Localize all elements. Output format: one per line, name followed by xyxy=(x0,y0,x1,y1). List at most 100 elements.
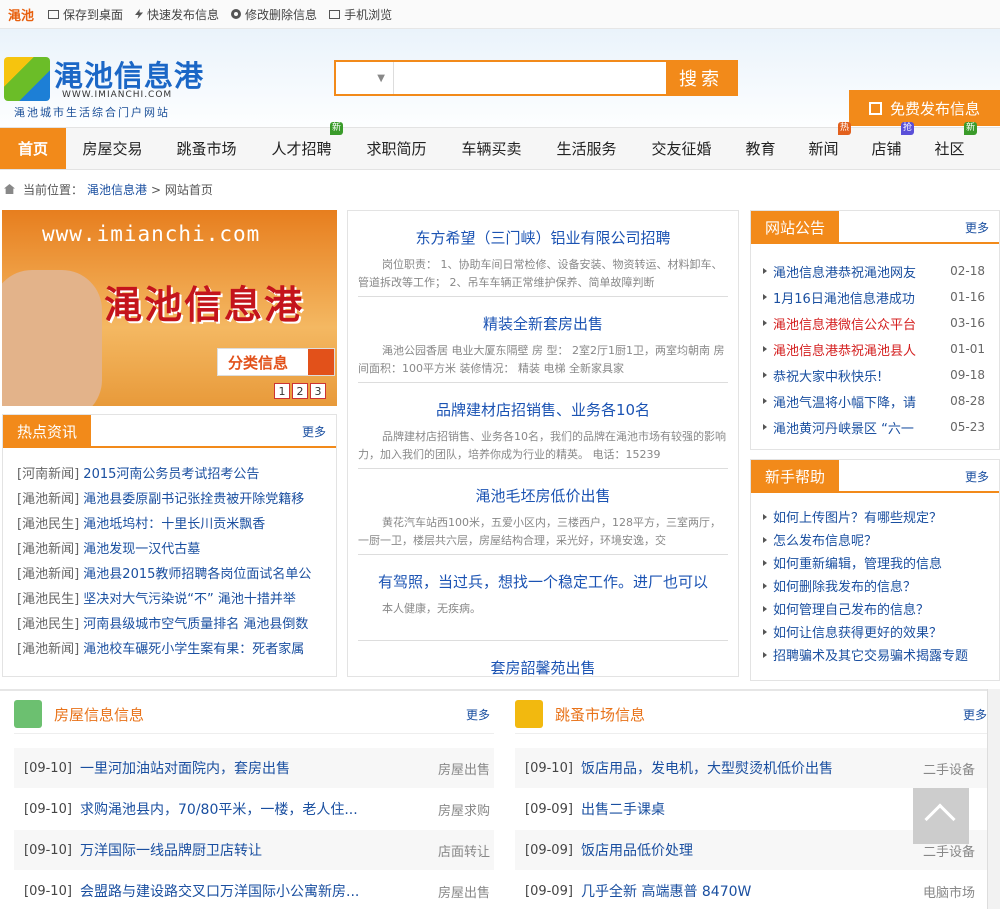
help-link[interactable]: 如何上传图片？有哪些规定？ xyxy=(773,507,942,526)
list-item[interactable]: [渑池新闻] 渑池发现一汉代古墓 xyxy=(17,537,325,562)
news-link[interactable]: 2015河南公务员考试招考公告 xyxy=(83,467,259,482)
list-item[interactable]: [渑池民生] 坚决对大气污染说“不” 渑池十措并举 xyxy=(17,587,325,612)
list-item[interactable]: [渑池民生] 河南县级城市空气质量排名 渑池县倒数 xyxy=(17,612,325,637)
table-row[interactable]: [09-10] 饭店用品，发电机，大型熨烫机低价出售 二手设备 xyxy=(515,748,987,789)
help-link[interactable]: 怎么发布信息呢？ xyxy=(773,530,877,549)
article-item[interactable]: 渑池毛坯房低价出售 黄花汽车站西100米，五爱小区内，三楼西户，128平方，三室两… xyxy=(358,469,728,555)
help-more-link[interactable]: 更多 xyxy=(965,468,989,485)
article-title[interactable]: 精装全新套房出售 xyxy=(358,313,728,334)
news-link[interactable]: 河南县级城市空气质量排名 渑池县倒数 xyxy=(83,617,308,632)
nav-resume[interactable]: 求职简历 xyxy=(349,128,444,169)
nav-life[interactable]: 生活服务 xyxy=(539,128,634,169)
article-title[interactable]: 品牌建材店招销售、业务各10名 xyxy=(358,399,728,420)
row-link[interactable]: 会盟路与建设路交叉口万洋国际小公寓新房... xyxy=(80,881,418,901)
row-link[interactable]: 求购渑池县内，70/80平米，一楼，老人住... xyxy=(80,799,418,819)
list-item[interactable]: 如何删除我发布的信息？ xyxy=(763,574,999,597)
table-row[interactable]: [09-10] 一里河加油站对面院内，套房出售 房屋出售 xyxy=(14,748,494,789)
slide-page-1[interactable]: 1 xyxy=(274,383,290,399)
nav-education[interactable]: 教育 xyxy=(729,128,792,169)
list-item[interactable]: 1月16日渑池信息港成功 01-16 xyxy=(763,284,999,310)
article-title[interactable]: 套房韶馨苑出售 xyxy=(358,657,728,676)
table-row[interactable]: [09-10] 万洋国际一线品牌厨卫店转让 店面转让 xyxy=(14,830,494,871)
row-link[interactable]: 饭店用品低价处理 xyxy=(581,840,911,860)
table-row[interactable]: [09-10] 会盟路与建设路交叉口万洋国际小公寓新房... 房屋出售 xyxy=(14,871,494,912)
notice-more-link[interactable]: 更多 xyxy=(965,219,989,236)
banner-category-button[interactable]: 分类信息 xyxy=(217,348,335,376)
row-link[interactable]: 一里河加油站对面院内，套房出售 xyxy=(80,758,418,778)
help-link[interactable]: 如何删除我发布的信息？ xyxy=(773,576,916,595)
row-link[interactable]: 几乎全新 高端惠普 8470W xyxy=(581,881,911,901)
list-item[interactable]: [河南新闻] 2015河南公务员考试招考公告 xyxy=(17,462,325,487)
breadcrumb-site-link[interactable]: 渑池信息港 xyxy=(87,181,147,198)
search-button[interactable]: 搜索 xyxy=(666,62,736,94)
nav-news[interactable]: 新闻 热 xyxy=(792,122,855,169)
mobile-browse-link[interactable]: 手机浏览 xyxy=(329,6,392,23)
notice-link[interactable]: 渑池信息港恭祝渑池网友 xyxy=(773,262,925,281)
article-item[interactable]: 有驾照，当过兵，想找一个稳定工作。进厂也可以 本人健康，无疾病。 xyxy=(358,555,728,641)
list-item[interactable]: [渑池新闻] 渑池县2015教师招聘各岗位面试名单公 xyxy=(17,562,325,587)
article-item[interactable]: 精装全新套房出售 渑池公园香居 电业大厦东隔壁 房 型： 2室2厅1厨1卫，两室均… xyxy=(358,297,728,383)
slide-page-2[interactable]: 2 xyxy=(292,383,308,399)
nav-shop[interactable]: 店铺 抢 xyxy=(855,122,918,169)
city-name[interactable]: 渑池 xyxy=(8,5,34,24)
row-link[interactable]: 出售二手课桌 xyxy=(581,799,911,819)
list-item[interactable]: [渑池新闻] 渑池县委原副书记张拴贵被开除党籍移 xyxy=(17,487,325,512)
help-link[interactable]: 招聘骗术及其它交易骗术揭露专题 xyxy=(773,645,968,664)
hot-news-more-link[interactable]: 更多 xyxy=(302,423,326,440)
help-link[interactable]: 如何重新编辑，管理我的信息 xyxy=(773,553,942,572)
list-item[interactable]: 渑池黄河丹峡景区 “六一 05-23 xyxy=(763,414,999,440)
list-item[interactable]: 恭祝大家中秋快乐! 09-18 xyxy=(763,362,999,388)
scrollbar[interactable] xyxy=(987,689,1000,909)
article-title[interactable]: 渑池毛坯房低价出售 xyxy=(358,485,728,506)
back-to-top-button[interactable] xyxy=(913,788,969,844)
list-item[interactable]: [渑池新闻] 渑池校车碾死小学生案有果：死者家属 xyxy=(17,637,325,662)
news-link[interactable]: 渑池县2015教师招聘各岗位面试名单公 xyxy=(83,567,311,582)
article-title[interactable]: 东方希望（三门峡）铝业有限公司招聘 xyxy=(358,227,728,248)
slide-page-3[interactable]: 3 xyxy=(310,383,326,399)
news-link[interactable]: 渑池县委原副书记张拴贵被开除党籍移 xyxy=(83,492,304,507)
list-item[interactable]: 怎么发布信息呢？ xyxy=(763,528,999,551)
nav-cars[interactable]: 车辆买卖 xyxy=(444,128,539,169)
row-link[interactable]: 万洋国际一线品牌厨卫店转让 xyxy=(80,840,418,860)
nav-home[interactable]: 首页 xyxy=(0,128,66,169)
notice-link[interactable]: 渑池信息港微信公众平台 xyxy=(773,314,925,333)
search-category-dropdown[interactable]: ▼ xyxy=(336,62,394,94)
article-item[interactable]: 东方希望（三门峡）铝业有限公司招聘 岗位职责： 1、协助车间日常检修、设备安装、物… xyxy=(358,211,728,297)
notice-link[interactable]: 渑池气温将小幅下降，请 xyxy=(773,392,925,411)
notice-link[interactable]: 恭祝大家中秋快乐! xyxy=(773,366,925,385)
table-row[interactable]: [09-10] 求购渑池县内，70/80平米，一楼，老人住... 房屋求购 xyxy=(14,789,494,830)
list-item[interactable]: 招聘骗术及其它交易骗术揭露专题 xyxy=(763,643,999,666)
nav-market[interactable]: 跳蚤市场 xyxy=(159,128,254,169)
banner-slideshow[interactable]: www.imianchi.com 渑池信息港 分类信息 1 2 3 xyxy=(2,210,337,406)
article-item[interactable]: 品牌建材店招销售、业务各10名 品牌建材店招销售、业务各10名，我们的品牌在渑池市… xyxy=(358,383,728,469)
market-more-link[interactable]: 更多 xyxy=(963,706,987,723)
news-link[interactable]: 渑池校车碾死小学生案有果：死者家属 xyxy=(83,642,304,657)
site-logo[interactable]: 渑池信息港 WWW.IMIANCHI.COM 渑池城市生活综合门户网站 xyxy=(4,51,214,121)
notice-link[interactable]: 1月16日渑池信息港成功 xyxy=(773,288,925,307)
search-input[interactable] xyxy=(394,62,666,94)
notice-link[interactable]: 渑池黄河丹峡景区 “六一 xyxy=(773,418,925,437)
edit-delete-link[interactable]: 修改删除信息 xyxy=(231,6,317,23)
house-more-link[interactable]: 更多 xyxy=(466,706,490,723)
save-desktop-link[interactable]: 保存到桌面 xyxy=(48,6,123,23)
help-link[interactable]: 如何管理自己发布的信息？ xyxy=(773,599,929,618)
quick-publish-link[interactable]: 快速发布信息 xyxy=(135,6,219,23)
table-row[interactable]: [09-09] 几乎全新 高端惠普 8470W 电脑市场 xyxy=(515,871,987,912)
list-item[interactable]: 如何重新编辑，管理我的信息 xyxy=(763,551,999,574)
notice-link[interactable]: 渑池信息港恭祝渑池县人 xyxy=(773,340,925,359)
nav-community[interactable]: 社区 新 xyxy=(918,122,981,169)
help-link[interactable]: 如何让信息获得更好的效果？ xyxy=(773,622,942,641)
list-item[interactable]: 渑池信息港微信公众平台 03-16 xyxy=(763,310,999,336)
nav-dating[interactable]: 交友征婚 xyxy=(634,128,729,169)
news-link[interactable]: 坚决对大气污染说“不” 渑池十措并举 xyxy=(83,592,296,607)
article-title[interactable]: 有驾照，当过兵，想找一个稳定工作。进厂也可以 xyxy=(358,571,728,592)
list-item[interactable]: 渑池信息港恭祝渑池县人 01-01 xyxy=(763,336,999,362)
news-link[interactable]: 渑池坻坞村：十里长川贡米飘香 xyxy=(83,517,265,532)
news-link[interactable]: 渑池发现一汉代古墓 xyxy=(83,542,200,557)
list-item[interactable]: 渑池气温将小幅下降，请 08-28 xyxy=(763,388,999,414)
list-item[interactable]: 如何让信息获得更好的效果？ xyxy=(763,620,999,643)
nav-jobs[interactable]: 人才招聘 新 xyxy=(254,122,349,169)
list-item[interactable]: 如何上传图片？有哪些规定？ xyxy=(763,505,999,528)
article-item[interactable]: 套房韶馨苑出售 xyxy=(358,641,728,676)
free-publish-button[interactable]: 免费发布信息 xyxy=(849,90,1000,126)
